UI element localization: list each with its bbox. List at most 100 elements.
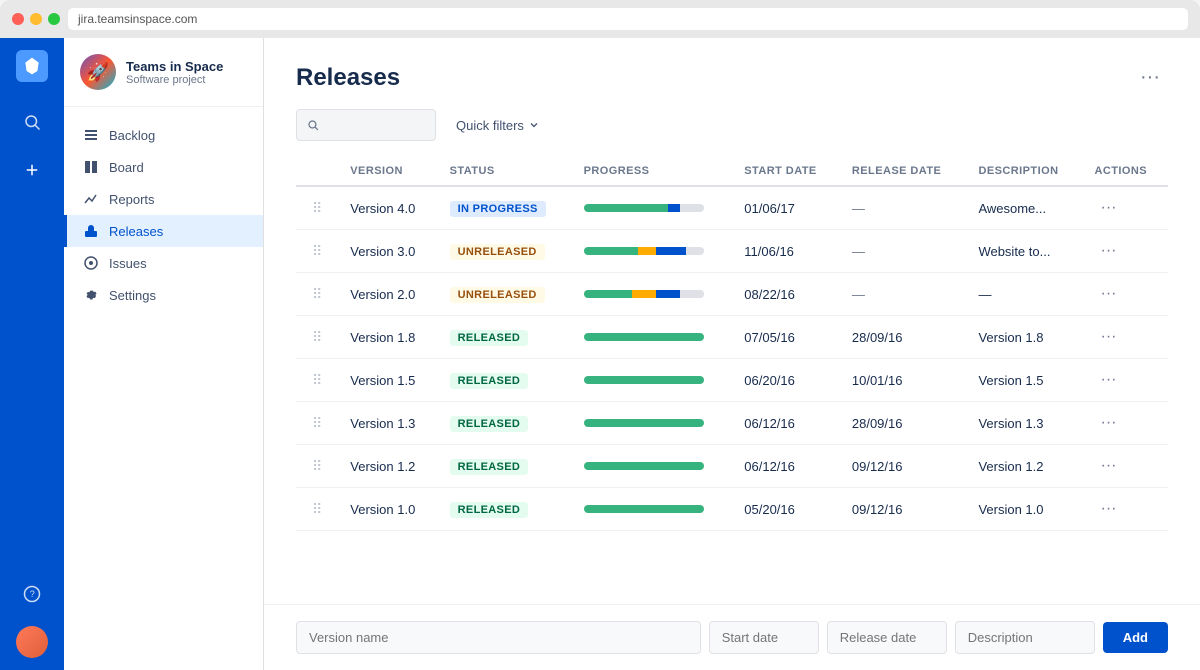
progress-cell: [572, 316, 733, 359]
version-cell: Version 3.0: [338, 230, 437, 273]
row-actions-button[interactable]: ···: [1095, 283, 1123, 305]
progress-cell: [572, 230, 733, 273]
releases-table: Version Status Progress Start date Relea…: [296, 157, 1168, 531]
sidebar-item-settings[interactable]: Settings: [64, 279, 263, 311]
releases-tbody: ⠿ Version 4.0 IN PROGRESS 01/06/17 — Awe…: [296, 186, 1168, 531]
actions-cell: ···: [1083, 359, 1169, 402]
actions-cell: ···: [1083, 316, 1169, 359]
description-input[interactable]: [955, 621, 1095, 654]
sidebar-item-releases[interactable]: Releases: [64, 215, 263, 247]
status-cell: IN PROGRESS: [438, 186, 572, 230]
close-button[interactable]: [12, 13, 24, 25]
user-avatar[interactable]: [16, 626, 48, 658]
project-type: Software project: [126, 74, 223, 86]
version-cell: Version 1.8: [338, 316, 437, 359]
row-actions-button[interactable]: ···: [1095, 455, 1123, 477]
url-bar[interactable]: jira.teamsinspace.com: [68, 8, 1188, 30]
sidebar-nav: Backlog Board Reports Releases Issues Se…: [64, 107, 263, 323]
add-button[interactable]: Add: [1103, 622, 1168, 653]
row-actions-button[interactable]: ···: [1095, 498, 1123, 520]
sidebar-item-backlog[interactable]: Backlog: [64, 119, 263, 151]
progress-cell: [572, 359, 733, 402]
status-badge: UNRELEASED: [450, 244, 545, 260]
search-icon: [307, 118, 319, 132]
search-box[interactable]: [296, 109, 436, 141]
drag-handle-icon[interactable]: ⠿: [308, 501, 326, 517]
quick-filters-label: Quick filters: [456, 118, 524, 133]
col-version: Version: [338, 157, 437, 186]
status-badge: RELEASED: [450, 502, 529, 518]
status-cell: RELEASED: [438, 359, 572, 402]
rail-search-icon[interactable]: [12, 102, 52, 142]
progress-bar: [584, 419, 704, 427]
release-date-input[interactable]: [827, 621, 947, 654]
version-cell: Version 1.2: [338, 445, 437, 488]
app-logo[interactable]: [16, 50, 48, 82]
drag-handle-icon[interactable]: ⠿: [308, 243, 326, 259]
start-date-input[interactable]: [709, 621, 819, 654]
actions-cell: ···: [1083, 186, 1169, 230]
search-input[interactable]: [325, 118, 425, 133]
sidebar-item-backlog-label: Backlog: [109, 128, 155, 143]
row-actions-button[interactable]: ···: [1095, 369, 1123, 391]
status-badge: RELEASED: [450, 459, 529, 475]
more-actions-button[interactable]: ···: [1132, 62, 1168, 93]
col-drag: [296, 157, 338, 186]
url-text: jira.teamsinspace.com: [78, 12, 197, 26]
sidebar-item-board[interactable]: Board: [64, 151, 263, 183]
description-cell: Version 1.3: [966, 402, 1082, 445]
quick-filters-button[interactable]: Quick filters: [448, 114, 548, 137]
table-row: ⠿ Version 1.8 RELEASED 07/05/16 28/09/16…: [296, 316, 1168, 359]
drag-handle-icon[interactable]: ⠿: [308, 372, 326, 388]
page-title: Releases: [296, 64, 400, 92]
row-actions-button[interactable]: ···: [1095, 197, 1123, 219]
page-header: Releases ···: [264, 38, 1200, 109]
project-header: 🚀 Teams in Space Software project: [64, 54, 263, 107]
traffic-lights: [12, 13, 60, 25]
status-cell: RELEASED: [438, 445, 572, 488]
rail-create-icon[interactable]: [12, 150, 52, 190]
progress-bar: [584, 290, 704, 298]
status-cell: UNRELEASED: [438, 230, 572, 273]
drag-handle-cell: ⠿: [296, 488, 338, 531]
sidebar: 🚀 Teams in Space Software project Backlo…: [64, 38, 264, 670]
drag-handle-icon[interactable]: ⠿: [308, 329, 326, 345]
release-date-cell: 09/12/16: [840, 488, 967, 531]
sidebar-item-reports[interactable]: Reports: [64, 183, 263, 215]
drag-handle-cell: ⠿: [296, 230, 338, 273]
col-start-date: Start date: [732, 157, 840, 186]
drag-handle-cell: ⠿: [296, 359, 338, 402]
rail-help-icon[interactable]: ?: [12, 574, 52, 614]
table-row: ⠿ Version 1.2 RELEASED 06/12/16 09/12/16…: [296, 445, 1168, 488]
table-row: ⠿ Version 1.0 RELEASED 05/20/16 09/12/16…: [296, 488, 1168, 531]
add-version-row: Add: [264, 604, 1200, 670]
release-date-cell: 28/09/16: [840, 316, 967, 359]
version-name-input[interactable]: [296, 621, 701, 654]
row-actions-button[interactable]: ···: [1095, 326, 1123, 348]
start-date-cell: 06/12/16: [732, 402, 840, 445]
minimize-button[interactable]: [30, 13, 42, 25]
release-date-cell: —: [840, 186, 967, 230]
nav-rail: ?: [0, 38, 64, 670]
status-badge: UNRELEASED: [450, 287, 545, 303]
actions-cell: ···: [1083, 230, 1169, 273]
maximize-button[interactable]: [48, 13, 60, 25]
progress-cell: [572, 488, 733, 531]
version-cell: Version 4.0: [338, 186, 437, 230]
main-content: Releases ··· Quick filters: [264, 38, 1200, 670]
progress-cell: [572, 186, 733, 230]
progress-cell: [572, 402, 733, 445]
drag-handle-icon[interactable]: ⠿: [308, 200, 326, 216]
drag-handle-cell: ⠿: [296, 273, 338, 316]
progress-bar: [584, 247, 704, 255]
sidebar-item-issues[interactable]: Issues: [64, 247, 263, 279]
drag-handle-icon[interactable]: ⠿: [308, 286, 326, 302]
row-actions-button[interactable]: ···: [1095, 412, 1123, 434]
drag-handle-icon[interactable]: ⠿: [308, 415, 326, 431]
row-actions-button[interactable]: ···: [1095, 240, 1123, 262]
version-cell: Version 1.5: [338, 359, 437, 402]
version-cell: Version 1.0: [338, 488, 437, 531]
drag-handle-icon[interactable]: ⠿: [308, 458, 326, 474]
drag-handle-cell: ⠿: [296, 402, 338, 445]
drag-handle-cell: ⠿: [296, 186, 338, 230]
